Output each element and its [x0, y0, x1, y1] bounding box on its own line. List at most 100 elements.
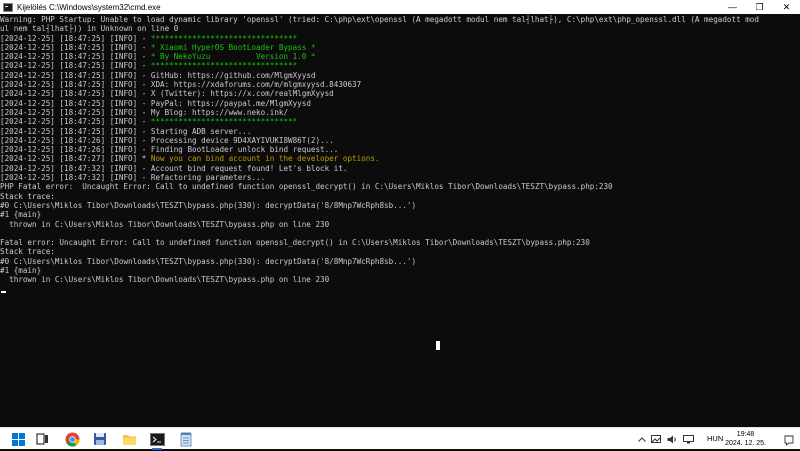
console-line: thrown in C:\Users\Miklos Tibor\Download… — [0, 275, 800, 284]
notepad-icon[interactable] — [178, 431, 194, 447]
console-line: [2024-12-25] [18:47:25] [INFO] - GitHub:… — [0, 71, 800, 80]
window-title: Kijelölés C:\Windows\system32\cmd.exe — [17, 2, 161, 12]
save-disk-icon[interactable] — [92, 431, 108, 447]
input-language[interactable]: HUN — [707, 434, 723, 443]
file-explorer-icon[interactable] — [121, 431, 137, 447]
windows-start-icon[interactable] — [10, 431, 26, 447]
log-prefix: [2024-12-25] [18:47:25] [INFO] - — [0, 42, 151, 52]
log-message: X (Twitter): https://x.com/realMlgmXyysd — [150, 89, 334, 99]
console-line: [2024-12-25] [18:47:25] [INFO] - *******… — [0, 117, 800, 126]
log-message: #1 {main} — [0, 210, 42, 220]
console-line: [2024-12-25] [18:47:26] [INFO] - Finding… — [0, 145, 800, 154]
console-line: [2024-12-25] [18:47:27] [INFO] * Now you… — [0, 154, 800, 163]
command-prompt-icon[interactable] — [149, 431, 165, 450]
console-line: [2024-12-25] [18:47:25] [INFO] - * Xiaom… — [0, 43, 800, 52]
log-message: #0 C:\Users\Miklos Tibor\Downloads\TESZT… — [0, 200, 417, 210]
console-line: [2024-12-25] [18:47:25] [INFO] - My Blog… — [0, 108, 800, 117]
notification-icon[interactable] — [784, 433, 794, 446]
log-message: #0 C:\Users\Miklos Tibor\Downloads\TESZT… — [0, 256, 417, 266]
tray-icons — [636, 428, 696, 450]
taskbar: HUN 19:48 2024. 12. 25. — [0, 427, 800, 450]
log-message: PHP Fatal error: Uncaught Error: Call to… — [0, 182, 613, 192]
cmd-window-icon — [3, 2, 13, 12]
console-line: Stack trace: — [0, 247, 800, 256]
console-line: [2024-12-25] [18:47:25] [INFO] - *******… — [0, 34, 800, 43]
console-line: [2024-12-25] [18:47:25] [INFO] - * By Ne… — [0, 52, 800, 61]
log-message: Stack trace: — [0, 247, 55, 257]
console-line: #0 C:\Users\Miklos Tibor\Downloads\TESZT… — [0, 257, 800, 266]
close-button[interactable]: ✕ — [773, 0, 800, 14]
log-message: thrown in C:\Users\Miklos Tibor\Download… — [0, 275, 330, 285]
log-prefix: [2024-12-25] [18:47:25] [INFO] - — [0, 107, 151, 117]
console-line: [2024-12-25] [18:47:32] [INFO] - Refacto… — [0, 173, 800, 182]
log-prefix: [2024-12-25] [18:47:26] [INFO] - — [0, 135, 151, 145]
task-view-icon[interactable] — [35, 431, 51, 447]
log-prefix: [2024-12-25] [18:47:27] [INFO] * — [0, 154, 151, 164]
log-prefix: [2024-12-25] [18:47:25] [INFO] - — [0, 61, 151, 71]
console-line: [2024-12-25] [18:47:25] [INFO] - Startin… — [0, 127, 800, 136]
console-line: [2024-12-25] [18:47:25] [INFO] - XDA: ht… — [0, 80, 800, 89]
mouse-text-cursor — [436, 341, 440, 350]
log-message: #1 {main} — [0, 266, 42, 276]
console-line: #1 {main} — [0, 210, 800, 219]
console-output[interactable]: Warning: PHP Startup: Unable to load dyn… — [0, 15, 800, 427]
taskbar-clock[interactable]: 19:48 2024. 12. 25. — [725, 430, 766, 448]
log-prefix: [2024-12-25] [18:47:25] [INFO] - — [0, 89, 151, 99]
console-line: #1 {main} — [0, 266, 800, 275]
log-prefix: [2024-12-25] [18:47:25] [INFO] - — [0, 80, 151, 90]
console-line: [2024-12-25] [18:47:25] [INFO] - *******… — [0, 61, 800, 70]
log-prefix: [2024-12-25] [18:47:25] [INFO] - — [0, 117, 151, 127]
log-prefix: [2024-12-25] [18:47:25] [INFO] - — [0, 126, 151, 136]
log-message: Fatal error: Uncaught Error: Call to und… — [0, 238, 590, 248]
console-line: [2024-12-25] [18:47:32] [INFO] - Account… — [0, 164, 800, 173]
chrome-icon[interactable] — [64, 431, 80, 447]
log-prefix: [2024-12-25] [18:47:25] [INFO] - — [0, 33, 151, 43]
log-message: * Xiaomi HyperOS BootLoader Bypass * — [150, 42, 316, 52]
log-prefix: [2024-12-25] [18:47:25] [INFO] - — [0, 52, 151, 62]
chevron-up-icon[interactable] — [636, 436, 648, 442]
maximize-button[interactable]: ❐ — [746, 0, 773, 14]
console-line: [2024-12-25] [18:47:26] [INFO] - Process… — [0, 136, 800, 145]
log-message: ******************************** — [150, 33, 298, 43]
console-line: [2024-12-25] [18:47:25] [INFO] - PayPal:… — [0, 99, 800, 108]
clock-time: 19:48 — [736, 431, 755, 438]
log-message: Processing device 9D4XAYIVUKI8W86T(2)... — [150, 135, 334, 145]
console-line: Fatal error: Uncaught Error: Call to und… — [0, 238, 800, 247]
log-prefix: [2024-12-25] [18:47:32] [INFO] - — [0, 173, 151, 183]
log-message: PayPal: https://paypal.me/MlgmXyysd — [150, 98, 311, 108]
log-message: Warning: PHP Startup: Unable to load dyn… — [0, 15, 759, 24]
log-message: Now you can bind account in the develope… — [150, 154, 380, 164]
log-message: thrown in C:\Users\Miklos Tibor\Download… — [0, 219, 330, 229]
clock-date: 2024. 12. 25. — [725, 440, 766, 447]
minimize-button[interactable]: — — [719, 0, 746, 14]
console-line: [2024-12-25] [18:47:25] [INFO] - X (Twit… — [0, 89, 800, 98]
log-message: Refactoring parameters... — [150, 173, 266, 183]
log-message: ******************************** — [150, 117, 298, 127]
log-prefix: [2024-12-25] [18:47:25] [INFO] - — [0, 70, 151, 80]
log-message: Finding BootLoader unlock bind request..… — [150, 145, 339, 155]
log-message: GitHub: https://github.com/MlgmXyysd — [150, 70, 316, 80]
console-line: #0 C:\Users\Miklos Tibor\Downloads\TESZT… — [0, 201, 800, 210]
log-message: ******************************** — [150, 61, 298, 71]
volume-icon[interactable] — [664, 435, 680, 444]
log-prefix: [2024-12-25] [18:47:26] [INFO] - — [0, 145, 151, 155]
console-line: PHP Fatal error: Uncaught Error: Call to… — [0, 182, 800, 191]
window-controls: — ❐ ✕ — [719, 0, 800, 14]
console-line: Warning: PHP Startup: Unable to load dyn… — [0, 15, 800, 24]
window-titlebar[interactable]: Kijelölés C:\Windows\system32\cmd.exe — … — [0, 0, 800, 14]
console-line: ul nem tal┤lhat├)) in Unknown on line 0 — [0, 24, 800, 33]
log-prefix: [2024-12-25] [18:47:25] [INFO] - — [0, 98, 151, 108]
console-line: Stack trace: — [0, 192, 800, 201]
log-message: Starting ADB server... — [150, 126, 252, 136]
log-message: My Blog: https://www.neko.ink/ — [150, 107, 289, 117]
text-cursor — [1, 291, 6, 293]
image-icon[interactable] — [648, 435, 664, 443]
network-icon[interactable] — [680, 434, 696, 444]
log-message: Stack trace: — [0, 191, 55, 201]
log-message: ul nem tal┤lhat├)) in Unknown on line 0 — [0, 24, 179, 34]
log-message: Account bind request found! Let's block … — [150, 163, 348, 173]
log-message: XDA: https://xdaforums.com/m/mlgmxyysd.8… — [150, 80, 362, 90]
log-prefix: [2024-12-25] [18:47:32] [INFO] - — [0, 163, 151, 173]
console-line: thrown in C:\Users\Miklos Tibor\Download… — [0, 220, 800, 229]
